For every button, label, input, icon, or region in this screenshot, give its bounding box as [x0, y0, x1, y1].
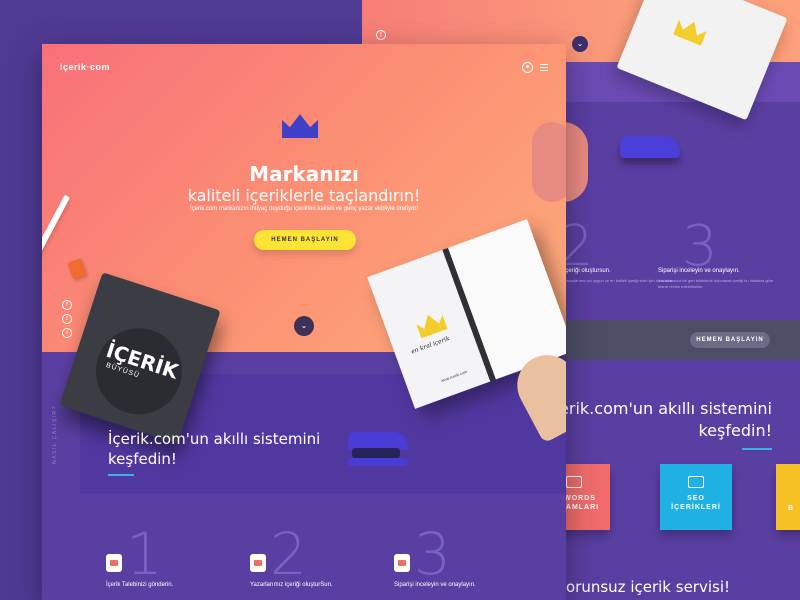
bottom-headline: orunsuz içerik servisi! — [566, 578, 731, 596]
edit-icon — [250, 554, 266, 572]
start-now-button[interactable]: HEMEN BAŞLAYIN — [690, 332, 770, 348]
facebook-icon[interactable]: f — [62, 300, 72, 310]
user-icon[interactable] — [522, 62, 533, 73]
stapler-illustration — [348, 432, 408, 466]
hero-subtitle: İçerik.com markanızın ihtiyaç duyduğu iç… — [189, 206, 419, 212]
scroll-down-icon[interactable]: ⌄ — [572, 36, 588, 52]
card-label: B — [787, 505, 795, 512]
stapler-mechanism — [352, 448, 400, 458]
step-label: içeriği oluştursun. — [564, 268, 611, 274]
headline-line: keşfedin! — [698, 421, 772, 440]
smart-system-headline: İçerik.com'un akıllı sistemini — [108, 430, 321, 448]
card-label: İÇERİKLERİ — [671, 504, 721, 511]
sharpener-illustration — [67, 258, 87, 280]
step-label: Siparişi inceleyin ve onaylayın. — [394, 582, 476, 588]
notebook-handwriting: en kral içerik — [410, 335, 451, 356]
hero-headline-secondary: kaliteli içeriklerle taçlandırın! — [187, 186, 421, 205]
smart-system-headline-secondary: keşfedin! — [108, 450, 177, 468]
checklist-icon — [394, 554, 410, 572]
notebook-illustration — [616, 0, 788, 121]
hero-headline: Markanızı — [249, 162, 359, 186]
document-icon — [106, 554, 122, 572]
hamburger-menu-icon[interactable] — [540, 64, 548, 71]
start-now-button[interactable]: HEMEN BAŞLAYIN — [254, 230, 356, 250]
crown-icon — [282, 114, 318, 138]
how-it-works-label: NASIL ÇALIŞIR? — [52, 405, 58, 464]
step-item: 2 Yazarlarımız içeriği oluşturSun. — [250, 524, 400, 600]
step-label: Siparişi inceleyin ve onaylayın. — [658, 268, 740, 274]
step-number: 2 — [270, 520, 307, 588]
instagram-icon[interactable]: i — [62, 328, 72, 338]
main-page-preview: içerik·com Markanızı kaliteli içeriklerl… — [42, 44, 566, 600]
headline-underline — [742, 448, 772, 450]
step-number: 3 — [414, 520, 451, 588]
notebook-footer: www.icerik.com — [440, 369, 468, 384]
stapler-illustration — [620, 136, 680, 158]
scroll-down-icon[interactable]: ⌄ — [294, 316, 314, 336]
step-item: 1 İçerik Talebinizi gönderin. — [106, 524, 256, 600]
search-document-icon — [688, 476, 704, 488]
step-description: Yazarlarınıza bir geri bildirimde buluna… — [658, 278, 774, 289]
step-item: 3 Siparişi inceleyin ve onaylayın. — [394, 524, 544, 600]
headline-line: İçerik.com'un akıllı sistemini — [545, 399, 772, 418]
step-label: Yazarlarımız içeriği oluşturSun. — [250, 582, 333, 588]
step-label: İçerik Talebinizi gönderin. — [106, 582, 174, 588]
card-label: SEO — [687, 495, 705, 502]
crown-icon — [415, 310, 448, 338]
facebook-icon[interactable]: f — [376, 30, 386, 40]
site-logo[interactable]: içerik·com — [60, 62, 110, 72]
smart-system-headline: İçerik.com'un akıllı sistemini keşfedin! — [545, 398, 772, 450]
service-card-partial[interactable]: B — [776, 464, 800, 530]
twitter-icon[interactable]: t — [62, 314, 72, 324]
service-card-seo[interactable]: SEO İÇERİKLERİ — [660, 464, 732, 530]
ad-icon — [566, 476, 582, 488]
step-number: 1 — [126, 520, 163, 588]
stapler-base — [348, 458, 408, 466]
crown-icon — [673, 16, 708, 46]
headline-underline — [108, 474, 134, 476]
